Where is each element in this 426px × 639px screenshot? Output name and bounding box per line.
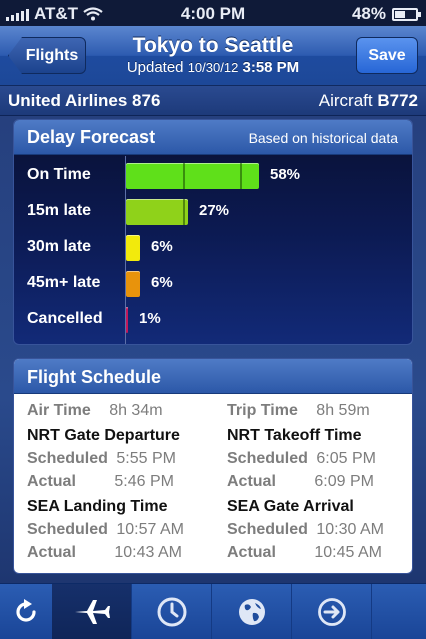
arrival-actual-value: 10:45 AM [314, 544, 382, 561]
flight-schedule-title: Flight Schedule [27, 367, 162, 387]
delay-forecast-header: Delay Forecast Based on historical data [14, 120, 412, 155]
departure-actual: Actual 5:46 PM [27, 473, 174, 491]
landing-actual-value: 10:43 AM [114, 544, 182, 561]
battery-percent: 48% [351, 4, 386, 23]
updated-time: 3:58 PM [242, 59, 300, 76]
nrt-takeoff-heading: NRT Takeoff Time [227, 427, 362, 444]
scheduled-label: Scheduled [27, 450, 108, 467]
updated-prefix: Updated [126, 59, 184, 76]
battery-info: 48% [351, 4, 421, 24]
status-bar: AT&T 4:00 PM 48% [0, 0, 426, 26]
scheduled-label: Scheduled [227, 450, 308, 467]
delay-label: 30m late [27, 238, 92, 255]
departure-scheduled-value: 5:55 PM [116, 450, 176, 467]
trip-time: Trip Time 8h 59m [227, 402, 370, 420]
tab-flight[interactable] [52, 584, 132, 639]
delay-percent: 58% [270, 166, 301, 183]
delay-label: On Time [27, 166, 91, 183]
delay-forecast-panel: Delay Forecast Based on historical data … [13, 119, 413, 345]
airplane-icon [74, 600, 110, 624]
takeoff-scheduled: Scheduled 6:05 PM [227, 450, 376, 468]
delay-forecast-title: Delay Forecast [27, 127, 156, 147]
delay-bar [126, 163, 259, 189]
sea-landing-heading: SEA Landing Time [27, 498, 168, 515]
landing-scheduled-value: 10:57 AM [116, 521, 184, 538]
clock-icon [157, 597, 186, 627]
actual-label: Actual [27, 473, 76, 490]
nrt-gate-departure-heading: NRT Gate Departure [27, 427, 180, 444]
delay-bar [126, 271, 140, 297]
delay-bar [126, 307, 128, 333]
tab-schedule[interactable] [132, 584, 212, 639]
arrow-right-circle-icon [317, 598, 346, 626]
delay-label: 15m late [27, 202, 92, 219]
flight-schedule-header: Flight Schedule [14, 359, 412, 394]
actual-label: Actual [27, 544, 76, 561]
delay-percent: 1% [139, 310, 161, 327]
takeoff-actual-value: 6:09 PM [314, 473, 374, 490]
updated-status: Updated 10/30/12 3:58 PM [90, 59, 336, 76]
takeoff-actual: Actual 6:09 PM [227, 473, 374, 491]
flight-schedule-panel: Flight Schedule Air Time 8h 34m Trip Tim… [13, 358, 413, 574]
page-title: Tokyo to Seattle [132, 34, 294, 57]
arrival-scheduled: Scheduled 10:30 AM [227, 521, 384, 539]
air-time: Air Time 8h 34m [27, 402, 163, 420]
delay-bar [126, 199, 188, 225]
delay-row: 45m+ late 6% [14, 269, 412, 299]
air-time-label: Air Time [27, 402, 91, 419]
air-time-value: 8h 34m [109, 402, 163, 419]
arrival-actual: Actual 10:45 AM [227, 544, 382, 562]
updated-date: 10/30/12 [187, 60, 239, 75]
navigation-bar: Flights Tokyo to Seattle Updated 10/30/1… [0, 26, 426, 86]
actual-label: Actual [227, 473, 276, 490]
aircraft-code: B772 [377, 91, 418, 110]
delay-percent: 6% [151, 238, 173, 255]
trip-time-label: Trip Time [227, 402, 298, 419]
save-button[interactable]: Save [356, 37, 418, 74]
airline-flight-number: United Airlines 876 [8, 91, 161, 110]
delay-row: On Time 58% [14, 161, 412, 191]
landing-scheduled: Scheduled 10:57 AM [27, 521, 184, 539]
landing-actual: Actual 10:43 AM [27, 544, 182, 562]
delay-percent: 6% [151, 274, 173, 291]
delay-label: Cancelled [27, 310, 103, 327]
battery-icon [392, 7, 421, 21]
scheduled-label: Scheduled [27, 521, 108, 538]
delay-row: 15m late 27% [14, 197, 412, 227]
flights-back-button[interactable]: Flights [8, 37, 86, 74]
takeoff-scheduled-value: 6:05 PM [316, 450, 376, 467]
delay-row: Cancelled 1% [14, 305, 412, 335]
sea-gate-arrival-heading: SEA Gate Arrival [227, 498, 354, 515]
refresh-icon [16, 599, 36, 622]
arrival-scheduled-value: 10:30 AM [316, 521, 384, 538]
actual-label: Actual [227, 544, 276, 561]
departure-scheduled: Scheduled 5:55 PM [27, 450, 176, 468]
tab-bar [0, 583, 426, 639]
aircraft-label: Aircraft [318, 91, 373, 110]
delay-bar [126, 235, 140, 261]
tab-refresh[interactable] [0, 584, 52, 639]
aircraft-info: Aircraft B772 [319, 86, 418, 116]
delay-percent: 27% [199, 202, 230, 219]
departure-actual-value: 5:46 PM [114, 473, 174, 490]
flight-info-bar: United Airlines 876 Aircraft B772 [0, 86, 426, 116]
delay-forecast-note: Based on historical data [248, 130, 398, 146]
tab-map[interactable] [212, 584, 292, 639]
tab-next[interactable] [292, 584, 372, 639]
delay-label: 45m+ late [27, 274, 101, 291]
delay-row: 30m late 6% [14, 233, 412, 263]
scheduled-label: Scheduled [227, 521, 308, 538]
globe-icon [238, 599, 265, 625]
trip-time-value: 8h 59m [316, 402, 370, 419]
